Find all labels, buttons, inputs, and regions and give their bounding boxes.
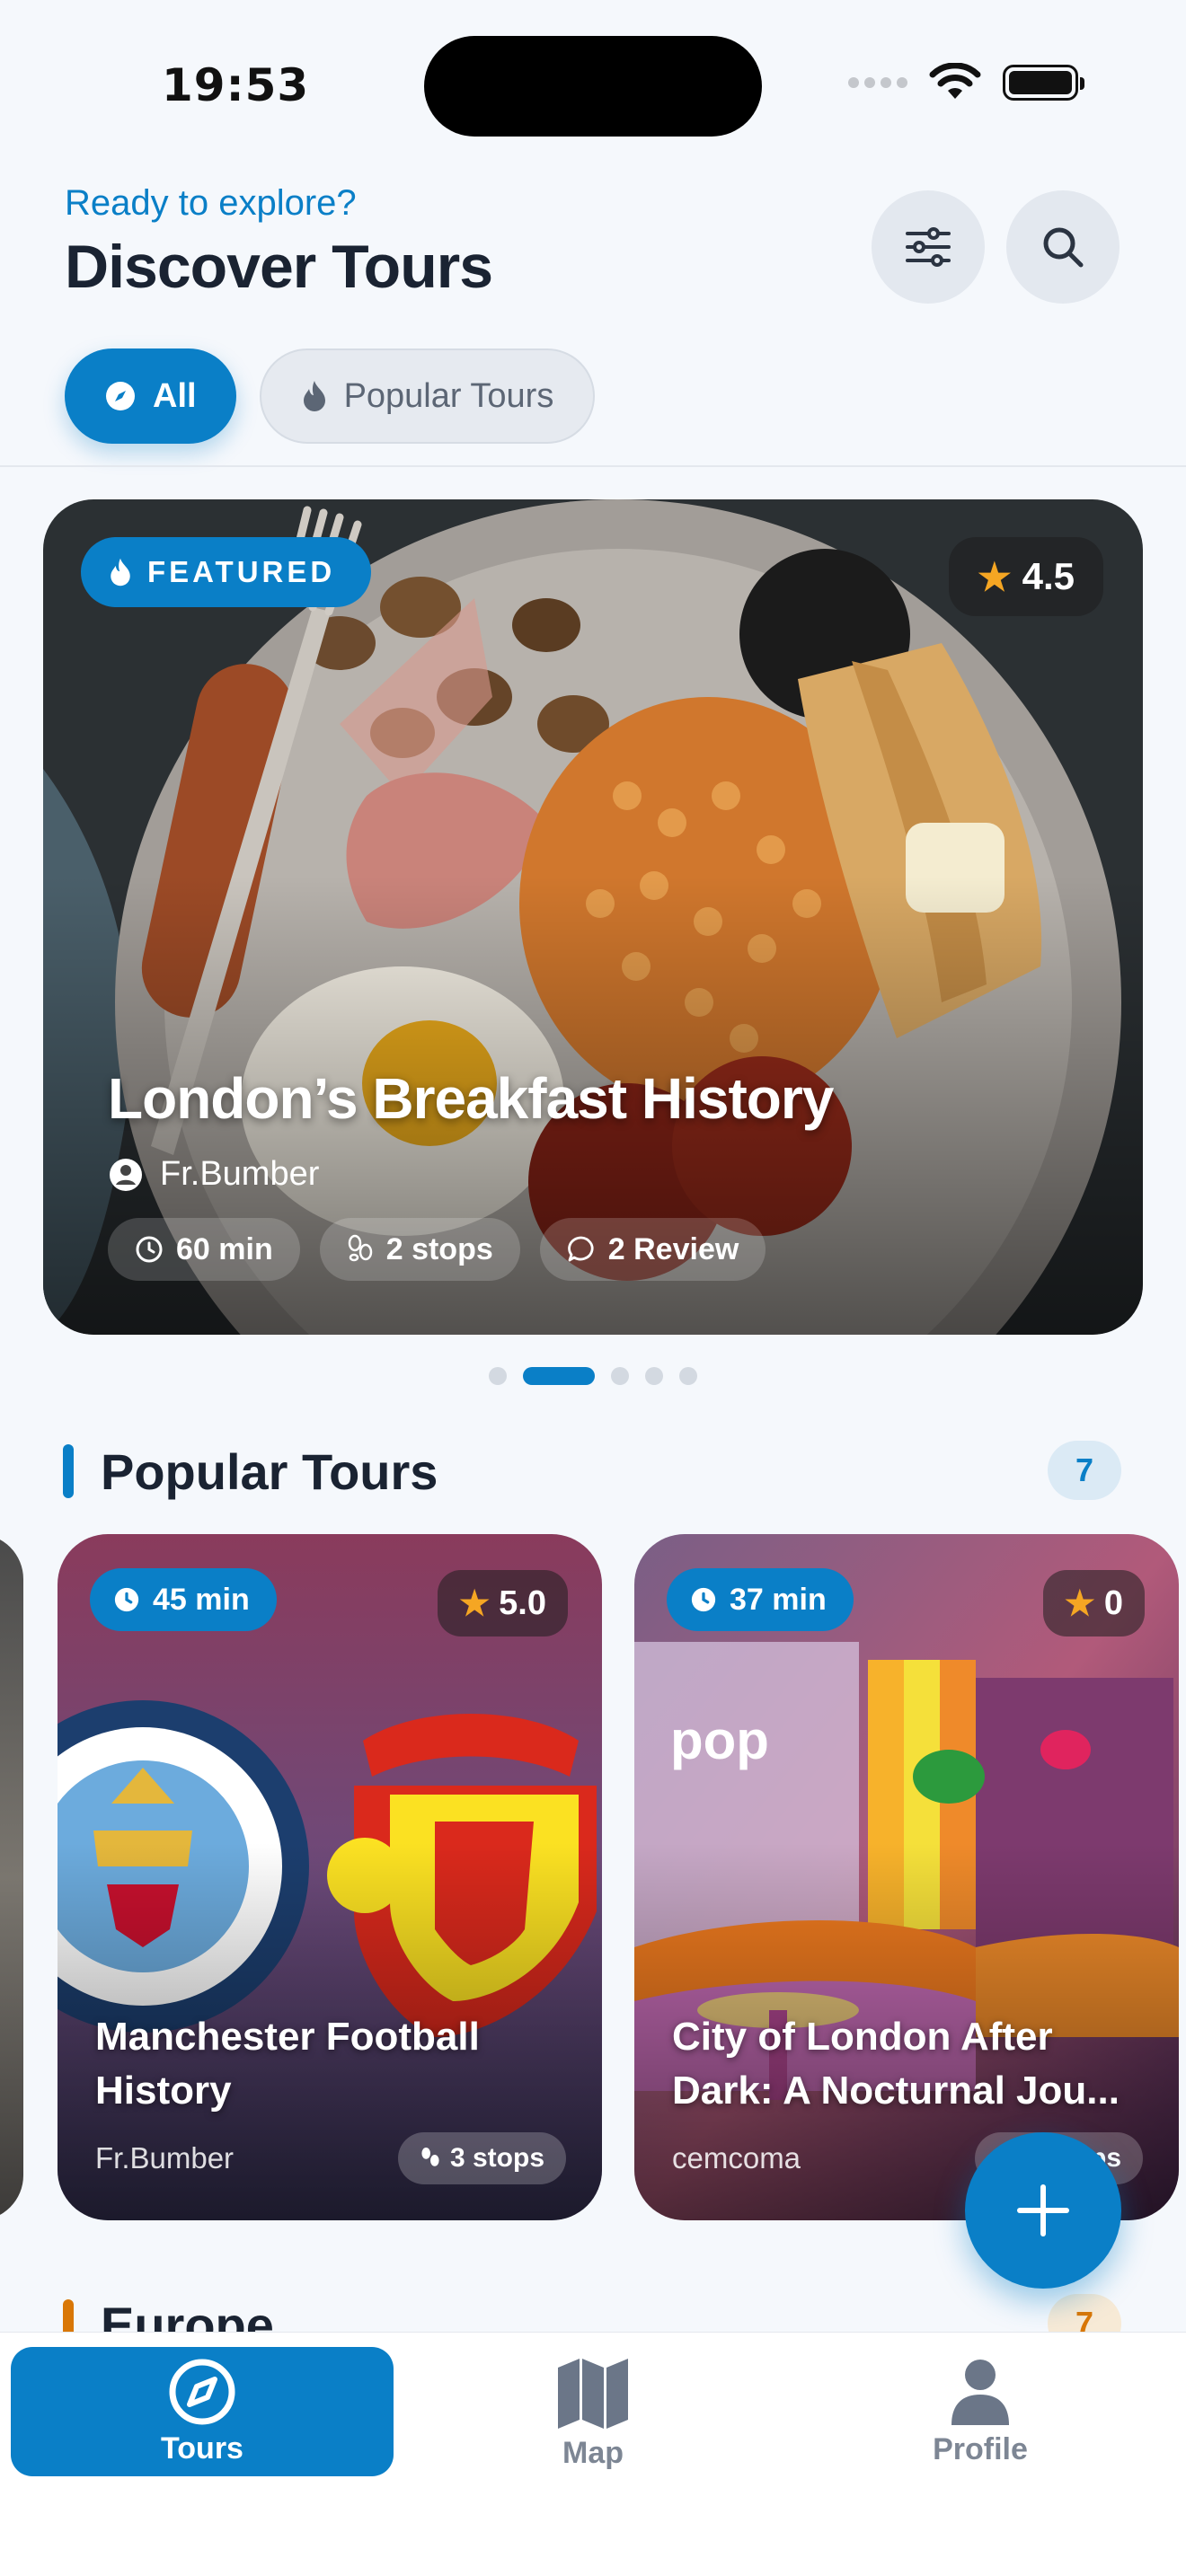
rating-value: 5.0 xyxy=(499,1584,546,1622)
wifi-icon xyxy=(929,63,981,99)
carousel-dot-active[interactable] xyxy=(523,1367,595,1385)
tab-profile-label: Profile xyxy=(933,2431,1028,2466)
compass-icon xyxy=(106,382,135,410)
duration-label: 37 min xyxy=(730,1582,827,1617)
dynamic-island xyxy=(424,36,762,137)
tab-map[interactable]: Map xyxy=(402,2347,784,2476)
flame-icon xyxy=(111,558,130,587)
star-icon: ★ xyxy=(459,1584,491,1623)
featured-author-name: Fr.Bumber xyxy=(160,1155,320,1193)
previous-tour-card[interactable] xyxy=(0,1534,23,2220)
tab-tours[interactable]: Tours xyxy=(11,2347,394,2476)
star-icon: ★ xyxy=(977,555,1012,598)
header-subtitle: Ready to explore? xyxy=(65,183,357,223)
page-title: Discover Tours xyxy=(65,233,493,301)
tab-profile[interactable]: Profile xyxy=(789,2347,1172,2476)
featured-tour-card[interactable]: FEATURED ★ 4.5 London’s Breakfast Histor… xyxy=(43,499,1143,1335)
plus-icon xyxy=(1017,2184,1069,2236)
divider xyxy=(0,465,1186,467)
stops-pill: 3 stops xyxy=(397,2132,566,2184)
section-title: Popular Tours xyxy=(101,1443,438,1500)
filter-button[interactable] xyxy=(872,190,985,304)
flame-icon xyxy=(303,381,325,411)
featured-meta: 60 min 2 stops 2 Review xyxy=(108,1218,766,1281)
tour-card[interactable]: pop 37 min ★ 0 City of London After Dark… xyxy=(634,1534,1179,2220)
stops-label: 2 stops xyxy=(385,1231,493,1266)
chip-popular-label: Popular Tours xyxy=(343,376,554,415)
carousel-dot[interactable] xyxy=(679,1367,697,1385)
tour-author: cemcoma xyxy=(672,2141,801,2175)
footsteps-icon xyxy=(348,1234,372,1262)
reviews-pill: 2 Review xyxy=(539,1218,766,1281)
carousel-dot[interactable] xyxy=(611,1367,629,1385)
section-accent-bar xyxy=(63,1444,74,1498)
rating-value: 0 xyxy=(1103,1584,1123,1622)
duration-label: 60 min xyxy=(176,1231,273,1266)
map-icon xyxy=(558,2358,628,2429)
carousel-dots xyxy=(489,1367,697,1385)
compass-icon xyxy=(169,2359,235,2424)
stops-label: 3 stops xyxy=(449,2143,544,2173)
featured-author: Fr.Bumber xyxy=(108,1155,319,1194)
filter-chips: All Popular Tours xyxy=(65,348,596,444)
footsteps-icon xyxy=(421,2148,439,2166)
reviews-label: 2 Review xyxy=(607,1231,739,1266)
tab-bar: Tours Map Profile xyxy=(0,2332,1186,2576)
carousel-dot[interactable] xyxy=(489,1367,507,1385)
tour-title: Manchester Football History xyxy=(95,2015,480,2113)
star-icon: ★ xyxy=(1064,1584,1095,1623)
featured-badge: FEATURED xyxy=(81,537,372,607)
rating-value: 4.5 xyxy=(1022,555,1075,597)
tour-author: Fr.Bumber xyxy=(95,2141,235,2175)
add-tour-button[interactable] xyxy=(965,2132,1121,2289)
tab-map-label: Map xyxy=(562,2435,624,2470)
duration-pill: 37 min xyxy=(667,1568,854,1631)
comment-icon xyxy=(567,1236,594,1262)
clock-icon xyxy=(114,1587,139,1612)
status-icons xyxy=(848,63,1084,102)
tour-card[interactable]: 45 min ★ 5.0 Manchester Football History… xyxy=(58,1534,602,2220)
chip-all-label: All xyxy=(153,376,197,415)
clock-icon xyxy=(691,1587,716,1612)
image-gradient xyxy=(43,499,1143,1335)
featured-title: London’s Breakfast History xyxy=(108,1066,834,1131)
person-icon xyxy=(951,2359,1009,2425)
signal-icon xyxy=(848,77,907,88)
stops-pill: 2 stops xyxy=(319,1218,520,1281)
user-circle-icon xyxy=(110,1158,142,1191)
search-button[interactable] xyxy=(1006,190,1120,304)
rating-badge: ★ 5.0 xyxy=(438,1570,568,1636)
status-time: 19:53 xyxy=(162,59,310,111)
clock-icon xyxy=(136,1236,163,1263)
carousel-dot[interactable] xyxy=(645,1367,663,1385)
featured-badge-label: FEATURED xyxy=(147,555,336,588)
search-icon xyxy=(1043,227,1084,268)
duration-label: 45 min xyxy=(153,1582,250,1617)
chip-all[interactable]: All xyxy=(65,348,236,444)
duration-pill: 60 min xyxy=(108,1218,300,1281)
duration-pill: 45 min xyxy=(90,1568,277,1631)
tab-tours-label: Tours xyxy=(161,2430,243,2466)
rating-badge: ★ 4.5 xyxy=(948,537,1103,616)
battery-icon xyxy=(1003,65,1084,101)
tour-title: City of London After Dark: A Nocturnal J… xyxy=(672,2015,1120,2113)
sliders-icon xyxy=(906,227,951,267)
section-count-badge: 7 xyxy=(1048,1441,1121,1500)
chip-popular-tours[interactable]: Popular Tours xyxy=(259,348,596,444)
rating-badge: ★ 0 xyxy=(1042,1570,1145,1636)
